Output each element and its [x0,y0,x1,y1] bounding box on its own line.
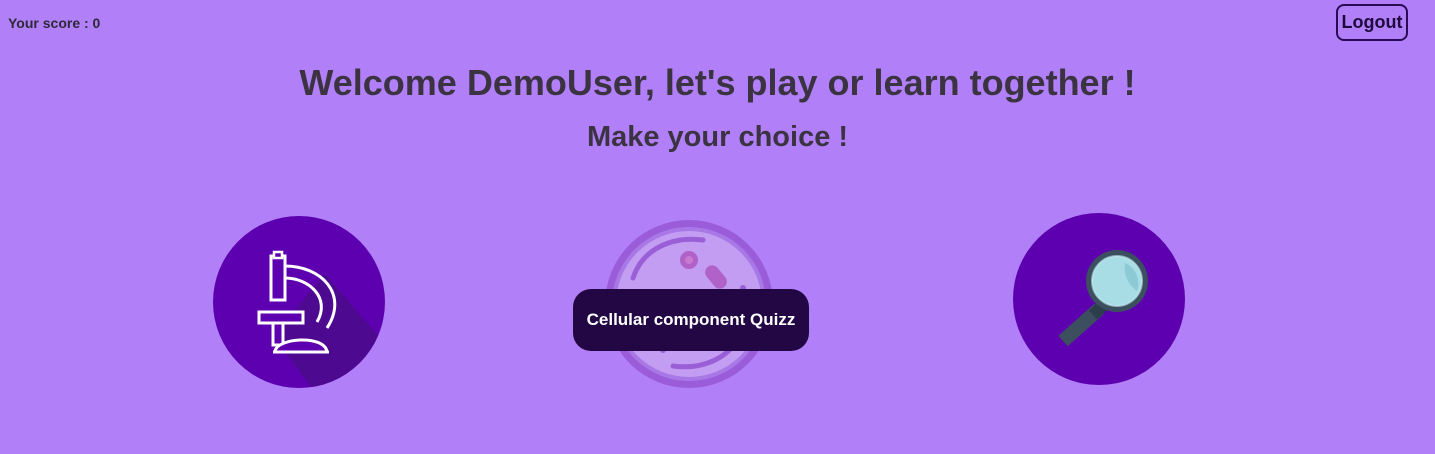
search-choice[interactable] [1013,213,1185,385]
magnifying-glass-icon [1058,250,1148,347]
microscope-icon [257,250,385,388]
welcome-title: Welcome DemoUser, let's play or learn to… [299,62,1136,103]
cellular-component-quiz-button[interactable]: Cellular component Quizz [573,289,809,351]
logout-button[interactable]: Logout [1336,4,1408,41]
choice-subtitle: Make your choice ! [586,121,849,153]
score-display: Your score : 0 [8,15,101,31]
microscope-choice[interactable] [213,216,385,388]
